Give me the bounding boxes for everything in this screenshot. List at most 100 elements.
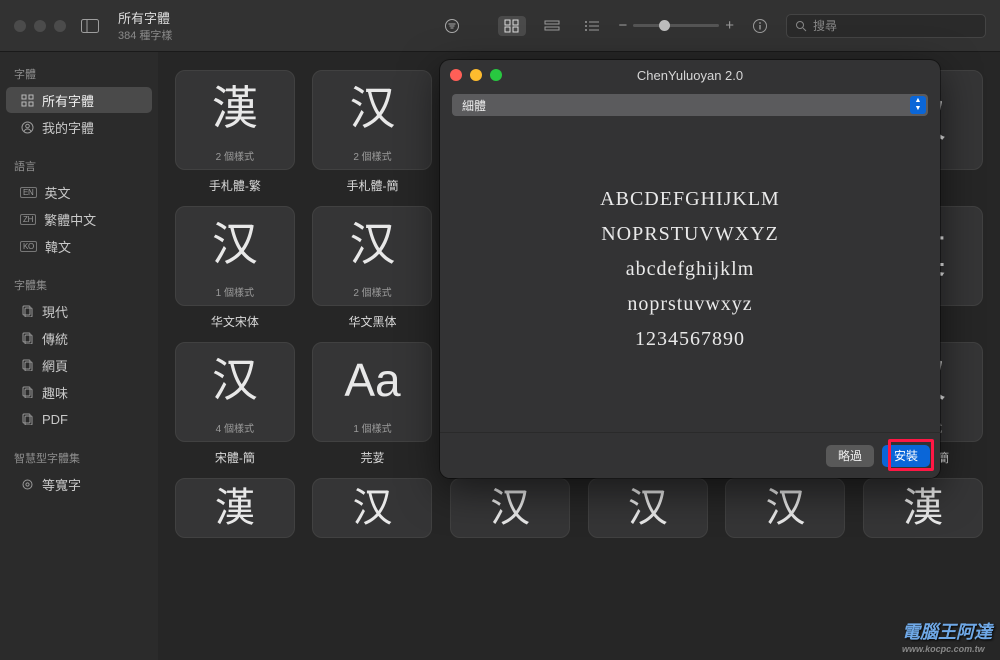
sidebar-item-web[interactable]: 網頁 [6,352,152,378]
sidebar-item-monospace[interactable]: 等寬字 [6,471,152,497]
font-style-count: 4 個樣式 [216,416,254,441]
font-glyph: 汉 [352,479,392,537]
search-icon [795,20,807,32]
slider-plus-icon[interactable]: + [725,17,734,34]
filter-icon[interactable] [438,15,466,37]
font-card[interactable]: 漢2 個樣式手札體-繁 [172,70,298,194]
font-card[interactable]: 汉2 個樣式手札體-簡 [310,70,436,194]
zoom-dot[interactable] [54,20,66,32]
font-tile[interactable]: 汉 [450,478,570,538]
font-card[interactable]: 汉1 個樣式华文宋体 [172,206,298,330]
sidebar-item-label: 我的字體 [42,118,94,137]
zoom-icon[interactable] [490,69,502,81]
info-icon[interactable] [746,15,774,37]
sidebar-item-modern[interactable]: 現代 [6,298,152,324]
font-install-dialog: ChenYuluoyan 2.0 細體 ▲▼ ABCDEFGHIJKLM NOP… [440,60,940,478]
view-grid-icon[interactable] [498,16,526,36]
font-card[interactable]: 漢 [860,478,986,538]
font-card[interactable]: 漢 [172,478,298,538]
font-card[interactable]: 汉 [447,478,573,538]
sidebar-item-label: 韓文 [45,237,71,256]
sidebar-item-my-fonts[interactable]: 我的字體 [6,114,152,140]
collection-icon [20,358,34,372]
grid-icon [20,93,34,107]
collection-icon [20,331,34,345]
sidebar-item-korean[interactable]: KO 韓文 [6,233,152,259]
view-samples-icon[interactable] [538,16,566,36]
view-list-icon[interactable] [578,16,606,36]
sidebar-item-pdf[interactable]: PDF [6,406,152,432]
sidebar-heading-language: 語言 [0,154,158,178]
font-tile[interactable]: 汉 [312,478,432,538]
font-tile[interactable]: 汉2 個樣式 [312,70,432,170]
font-tile[interactable]: 漢 [175,478,295,538]
sidebar-toggle-icon[interactable] [78,17,102,35]
font-glyph: 汉 [765,479,805,537]
skip-button[interactable]: 略過 [826,445,874,467]
sidebar-item-fun[interactable]: 趣味 [6,379,152,405]
title-block: 所有字體 384 種字樣 [118,8,172,43]
sidebar-heading-smart: 智慧型字體集 [0,446,158,470]
sidebar-item-trad-chinese[interactable]: ZH 繁體中文 [6,206,152,232]
close-dot[interactable] [14,20,26,32]
dialog-traffic-lights[interactable] [450,69,502,81]
font-tile[interactable]: 汉2 個樣式 [312,206,432,306]
font-tile[interactable]: 漢2 個樣式 [175,70,295,170]
font-glyph: 漢 [215,479,255,537]
font-card[interactable]: 汉 [723,478,849,538]
sidebar: 字體 所有字體 我的字體 語言 EN 英文 ZH 繁體中文 [0,52,158,660]
font-tile[interactable]: 汉1 個樣式 [175,206,295,306]
minimize-dot[interactable] [34,20,46,32]
close-icon[interactable] [450,69,462,81]
font-tile[interactable]: 汉4 個樣式 [175,342,295,442]
slider-knob[interactable] [659,20,670,31]
search-input[interactable]: 搜尋 [786,14,986,38]
font-glyph: 汉 [212,343,258,416]
font-glyph: 汉 [349,207,395,280]
chevron-up-down-icon[interactable]: ▲▼ [910,96,926,114]
gear-icon [20,477,34,491]
sidebar-item-label: 英文 [45,183,71,202]
preview-line: ABCDEFGHIJKLM [600,188,780,211]
font-tile[interactable]: 漢 [863,478,983,538]
sidebar-item-label: 現代 [42,302,68,321]
font-card[interactable]: 汉 [585,478,711,538]
sidebar-item-label: 等寬字 [42,475,81,494]
sidebar-heading-collections: 字體集 [0,273,158,297]
font-tile[interactable]: 汉 [588,478,708,538]
font-glyph: 汉 [628,479,668,537]
font-card[interactable]: 汉2 個樣式华文黑体 [310,206,436,330]
font-name: 华文黑体 [348,313,396,330]
sidebar-item-traditional[interactable]: 傳統 [6,325,152,351]
tile-size-slider[interactable]: − + [618,17,734,34]
slider-minus-icon[interactable]: − [618,17,627,34]
sidebar-item-label: 繁體中文 [44,210,96,229]
sidebar-heading-fonts: 字體 [0,62,158,86]
font-name: 宋體-簡 [215,449,255,466]
sidebar-item-label: 趣味 [42,383,68,402]
font-card[interactable]: 汉4 個樣式宋體-簡 [172,342,298,466]
collection-icon [20,304,34,318]
search-placeholder: 搜尋 [813,17,837,34]
font-card[interactable]: 汉 [310,478,436,538]
collection-icon [20,412,34,426]
person-icon [20,120,34,134]
preview-line: NOPRSTUVWXYZ [601,223,779,246]
sidebar-item-all-fonts[interactable]: 所有字體 [6,87,152,113]
font-book-window: 所有字體 384 種字樣 − + 搜尋 [0,0,1000,660]
font-glyph: 汉 [212,207,258,280]
font-tile[interactable]: Aa1 個樣式 [312,342,432,442]
dialog-footer: 略過 安裝 [440,432,940,478]
install-button[interactable]: 安裝 [882,445,930,467]
sidebar-item-english[interactable]: EN 英文 [6,179,152,205]
lang-badge-ko: KO [20,241,37,252]
font-tile[interactable]: 汉 [725,478,845,538]
sidebar-item-label: 所有字體 [42,91,94,110]
window-traffic-lights[interactable] [14,20,66,32]
font-card[interactable]: Aa1 個樣式芫荽 [310,342,436,466]
font-glyph: 漢 [903,479,943,537]
font-style-count: 1 個樣式 [353,416,391,441]
font-style-dropdown[interactable]: 細體 ▲▼ [452,94,928,116]
dialog-titlebar: ChenYuluoyan 2.0 [440,60,940,90]
minimize-icon[interactable] [470,69,482,81]
